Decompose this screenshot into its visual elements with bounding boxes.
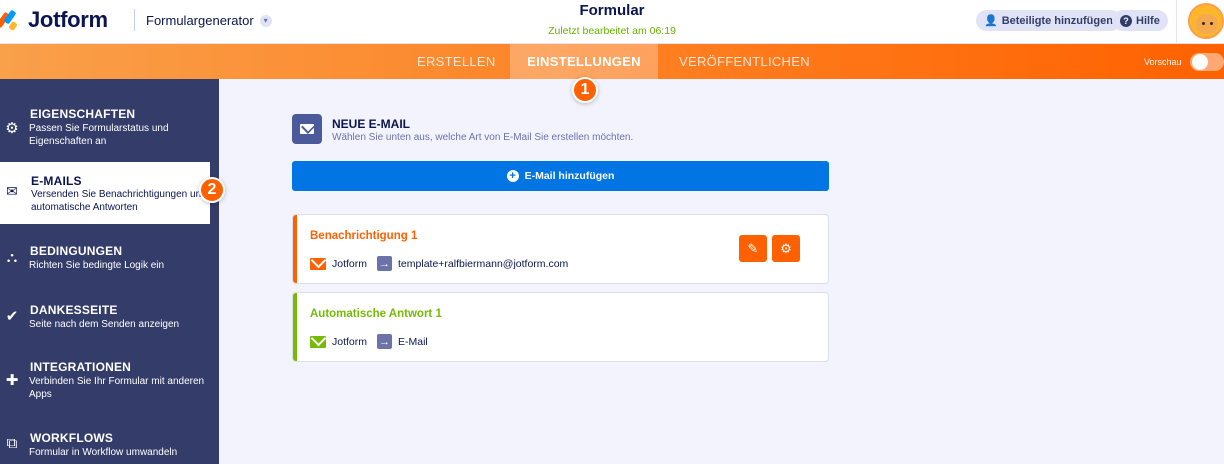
sidebar-item-title: INTEGRATIONEN: [30, 360, 132, 374]
email-from: Jotform: [332, 335, 368, 348]
sidebar-item-title: EIGENSCHAFTEN: [30, 107, 136, 121]
envelope-icon: ✉: [6, 183, 18, 199]
arrow-right-icon: →: [377, 334, 393, 349]
builder-nav: ERSTELLEN EINSTELLUNGEN VERÖFFENTLICHEN …: [0, 44, 1224, 79]
add-collaborators-label: Beteiligte hinzufügen: [1001, 14, 1113, 27]
email-route: Jotform → template+ralfbiermann@jotform.…: [310, 256, 568, 271]
step-badge-2: 2: [199, 177, 225, 203]
check-circle-icon: ✔: [5, 308, 19, 325]
workflow-icon: ⧉: [6, 435, 18, 452]
preview-toggle[interactable]: [1190, 53, 1224, 71]
tab-build[interactable]: ERSTELLEN: [417, 44, 496, 79]
gear-icon: ⚙: [780, 240, 792, 256]
sidebar-item-desc: Versenden Sie Benachrichtigungen und aut…: [31, 189, 207, 213]
sidebar-item-emails[interactable]: ✉ E-MAILS Versenden Sie Benachrichtigung…: [0, 162, 210, 224]
email-card-title: Automatische Antwort 1: [310, 308, 442, 320]
sitemap-icon: ⛬: [6, 249, 18, 266]
sidebar-item-desc: Passen Sie Formularstatus und Eigenschaf…: [29, 123, 169, 147]
tab-publish[interactable]: VERÖFFENTLICHEN: [679, 44, 810, 79]
sidebar-item-conditions[interactable]: ⛬ BEDINGUNGEN Richten Sie bedingte Logik…: [0, 244, 219, 274]
pencil-icon: ✎: [747, 240, 759, 256]
sidebar-item-properties[interactable]: ⚙ EIGENSCHAFTEN Passen Sie Formularstatu…: [0, 105, 219, 155]
new-email-title: NEUE E-MAIL: [332, 117, 410, 131]
sidebar-item-thankyou[interactable]: ✔ DANKESSEITE Seite nach dem Senden anze…: [0, 303, 219, 333]
arrow-right-icon: →: [377, 256, 393, 271]
sidebar-item-desc: Richten Sie bedingte Logik ein: [29, 260, 165, 271]
email-card-title: Benachrichtigung 1: [310, 230, 418, 242]
sidebar-item-workflows[interactable]: ⧉ WORKFLOWS Formular in Workflow umwande…: [0, 431, 219, 461]
sidebar-item-desc: Formular in Workflow umwandeln: [29, 447, 178, 458]
preview-label: Vorschau: [1144, 57, 1182, 67]
puzzle-icon: ✚: [5, 372, 19, 389]
new-email-subtitle: Wählen Sie unten aus, welche Art von E-M…: [332, 132, 634, 143]
sidebar-item-integrations[interactable]: ✚ INTEGRATIONEN Verbinden Sie Ihr Formul…: [0, 360, 219, 404]
question-icon: ?: [1120, 14, 1132, 27]
email-card-autoresponder[interactable]: Automatische Antwort 1 Jotform → E-Mail: [292, 292, 829, 362]
gear-icon: ⚙: [5, 120, 19, 137]
email-to: E-Mail: [398, 335, 428, 348]
sidebar-item-title: WORKFLOWS: [30, 431, 114, 445]
settings-sidebar: ⚙ EIGENSCHAFTEN Passen Sie Formularstatu…: [0, 79, 219, 464]
plus-circle-icon: +: [506, 170, 519, 182]
sidebar-item-title: E-MAILS: [31, 174, 82, 188]
email-to: template+ralfbiermann@jotform.com: [398, 257, 569, 270]
email-card-notification[interactable]: Benachrichtigung 1 Jotform → template+ra…: [292, 214, 829, 284]
email-route: Jotform → E-Mail: [310, 334, 428, 349]
add-collaborators-button[interactable]: 👤 Beteiligte hinzufügen: [976, 10, 1121, 31]
user-icon: 👤: [984, 15, 998, 27]
sidebar-item-title: DANKESSEITE: [30, 303, 118, 317]
sidebar-item-desc: Verbinden Sie Ihr Formular mit anderen A…: [29, 376, 205, 400]
tab-settings[interactable]: EINSTELLUNGEN: [510, 44, 658, 79]
email-from: Jotform: [332, 257, 368, 270]
avatar[interactable]: [1188, 3, 1224, 39]
edit-email-button[interactable]: ✎: [739, 235, 767, 262]
envelope-icon: [292, 114, 322, 144]
top-header: Jotform Formulargenerator ▾ Formular Zul…: [0, 0, 1224, 44]
envelope-icon: [310, 335, 326, 348]
sidebar-item-title: BEDINGUNGEN: [30, 244, 123, 258]
step-badge-1: 1: [572, 77, 598, 103]
help-label: Hilfe: [1136, 14, 1160, 27]
sidebar-item-desc: Seite nach dem Senden anzeigen: [29, 319, 180, 330]
header-separator: [1176, 0, 1177, 44]
email-settings-button[interactable]: ⚙: [772, 235, 800, 262]
help-button[interactable]: ? Hilfe: [1112, 10, 1168, 31]
add-email-label: E-Mail hinzufügen: [524, 170, 615, 182]
envelope-icon: [310, 257, 326, 270]
add-email-button[interactable]: + E-Mail hinzufügen: [292, 161, 829, 191]
